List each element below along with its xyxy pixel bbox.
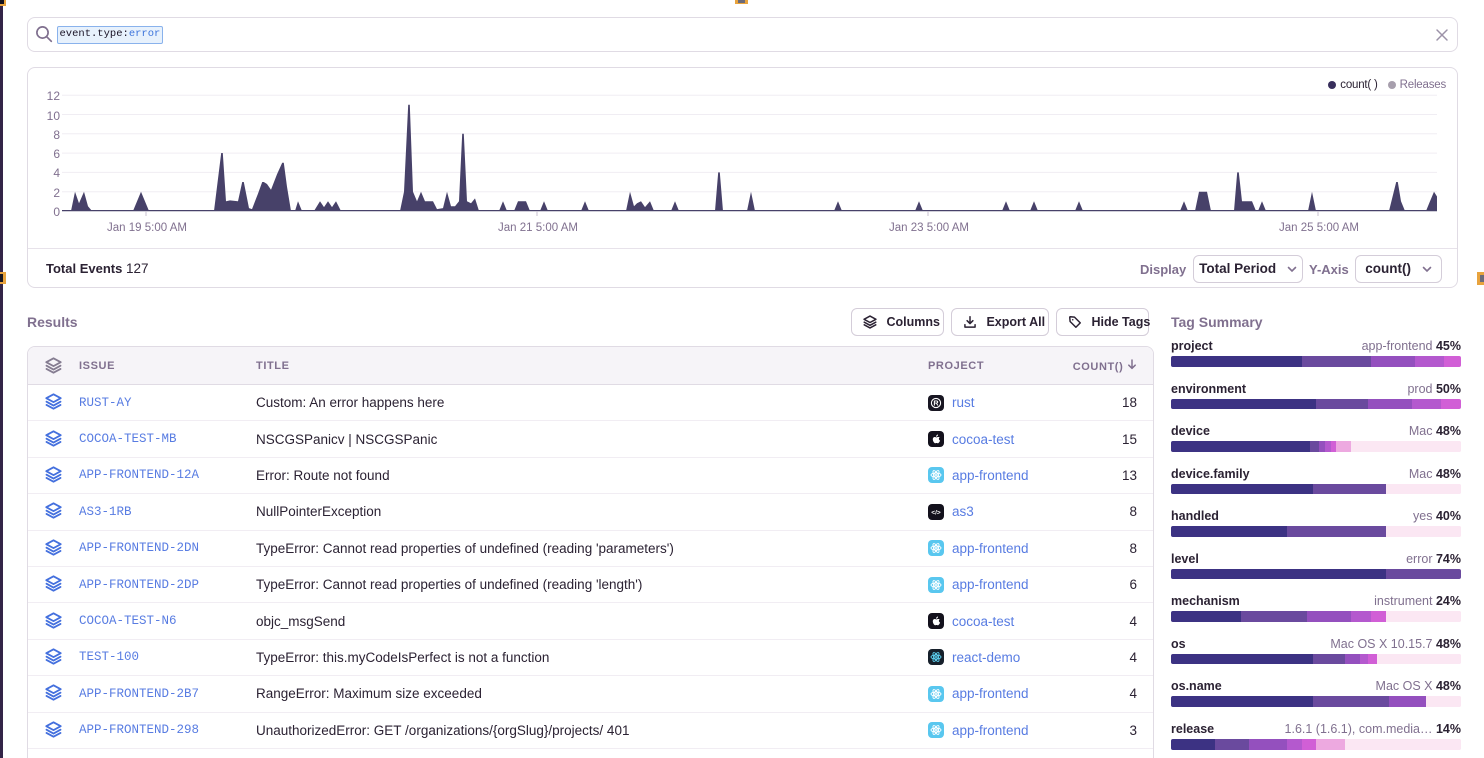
svg-text:</>: </> [931, 509, 941, 516]
svg-text:R: R [933, 398, 939, 407]
